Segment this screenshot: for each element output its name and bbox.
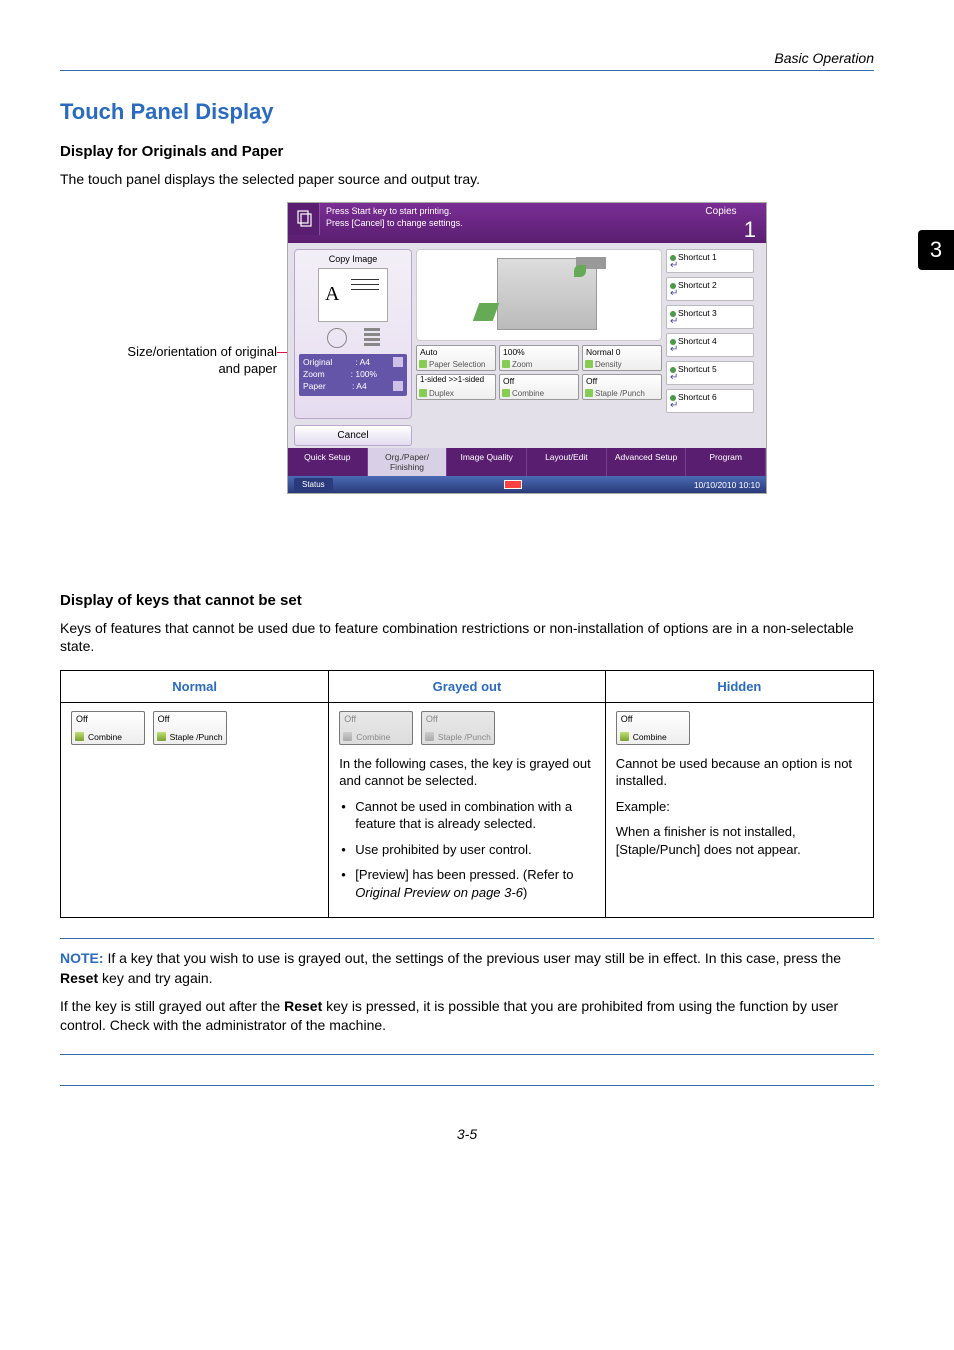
header-section: Basic Operation bbox=[60, 50, 874, 66]
th-grayed: Grayed out bbox=[329, 670, 605, 702]
panel-titlebar: Press Start key to start printing. Press… bbox=[288, 203, 766, 243]
example-key-combine: OffCombine bbox=[71, 711, 145, 745]
touch-panel: Press Start key to start printing. Press… bbox=[287, 202, 767, 494]
key-states-table: Normal Grayed out Hidden OffCombine OffS… bbox=[60, 670, 874, 919]
machine-illustration bbox=[416, 249, 662, 341]
shortcut-1[interactable]: Shortcut 1↵ bbox=[666, 249, 754, 273]
note-label: NOTE: bbox=[60, 950, 104, 966]
example-key-combine-hidden: OffCombine bbox=[616, 711, 690, 745]
note-reset-1: Reset bbox=[60, 970, 98, 986]
page-title: Touch Panel Display bbox=[60, 99, 874, 125]
grayed-bullet-3: [Preview] has been pressed. (Refer to Or… bbox=[339, 866, 594, 901]
subsection-1-body: The touch panel displays the selected pa… bbox=[60, 170, 874, 188]
info-original-value: : A4 bbox=[355, 357, 370, 369]
info-zoom-value: : 100% bbox=[351, 369, 377, 381]
grayed-bullet-2: Use prohibited by user control. bbox=[339, 841, 594, 859]
tab-image-quality[interactable]: Image Quality bbox=[447, 448, 527, 476]
tab-quick-setup[interactable]: Quick Setup bbox=[288, 448, 368, 476]
note-p2a: If the key is still grayed out after the bbox=[60, 998, 284, 1014]
subsection-1-title: Display for Originals and Paper bbox=[60, 143, 874, 160]
combine-button[interactable]: OffCombine bbox=[499, 374, 579, 400]
copy-icon bbox=[288, 203, 320, 235]
density-button[interactable]: Normal 0Density bbox=[582, 345, 662, 371]
copies-display: Copies 1 bbox=[676, 203, 766, 243]
datetime: 10/10/2010 10:10 bbox=[694, 480, 760, 490]
tab-org-paper-finishing[interactable]: Org./Paper/ Finishing bbox=[368, 448, 448, 476]
zoom-button[interactable]: 100%Zoom bbox=[499, 345, 579, 371]
staple-punch-button[interactable]: OffStaple /Punch bbox=[582, 374, 662, 400]
cancel-button[interactable]: Cancel bbox=[294, 425, 412, 446]
function-button-grid: AutoPaper Selection 100%Zoom Normal 0Den… bbox=[416, 345, 662, 400]
grayed-bullet-1: Cannot be used in combination with a fea… bbox=[339, 798, 594, 833]
page-number: 3-5 bbox=[60, 1126, 874, 1142]
example-key-combine-grayed: OffCombine bbox=[339, 711, 413, 745]
shortcut-4[interactable]: Shortcut 4↵ bbox=[666, 333, 754, 357]
printer-icon bbox=[497, 258, 597, 330]
shortcut-6[interactable]: Shortcut 6↵ bbox=[666, 389, 754, 413]
example-key-staple-punch: OffStaple /Punch bbox=[153, 711, 227, 745]
toner-indicator bbox=[504, 480, 522, 489]
note-p1a: If a key that you wish to use is grayed … bbox=[104, 950, 841, 966]
panel-main: Copy Image A Original : A4 Zoom : 100% bbox=[288, 243, 766, 448]
example-key-staple-punch-grayed: OffStaple /Punch bbox=[421, 711, 495, 745]
info-paper-label: Paper bbox=[303, 381, 326, 393]
duplex-button[interactable]: 1-sided >>1-sidedDuplex bbox=[416, 374, 496, 400]
preview-lines bbox=[351, 279, 379, 294]
panel-instructions: Press Start key to start printing. Press… bbox=[320, 203, 676, 243]
mid-column: Output tray AutoPaper Selection 100%Zoom… bbox=[416, 249, 662, 446]
hidden-text-1: Cannot be used because an option is not … bbox=[616, 755, 863, 790]
copies-value: 1 bbox=[676, 217, 766, 243]
note-p1c: key and try again. bbox=[98, 970, 212, 986]
th-normal: Normal bbox=[61, 670, 329, 702]
shortcut-3[interactable]: Shortcut 3↵ bbox=[666, 305, 754, 329]
info-original-label: Original bbox=[303, 357, 332, 369]
tabs-row: Quick Setup Org./Paper/ Finishing Image … bbox=[288, 448, 766, 476]
info-rows: Original : A4 Zoom : 100% Paper : A4 bbox=[299, 354, 407, 396]
preview-page: A bbox=[318, 268, 388, 322]
hidden-text-2: Example: bbox=[616, 798, 863, 816]
portrait-icon bbox=[393, 357, 403, 367]
copy-image-column: Copy Image A Original : A4 Zoom : 100% bbox=[294, 249, 412, 446]
header-rule bbox=[60, 70, 874, 71]
note-reset-2: Reset bbox=[284, 998, 322, 1014]
info-paper-value: : A4 bbox=[352, 381, 367, 393]
cell-normal: OffCombine OffStaple /Punch bbox=[61, 702, 329, 918]
copy-image-title: Copy Image bbox=[299, 254, 407, 264]
th-hidden: Hidden bbox=[605, 670, 873, 702]
panel-instruction-2: Press [Cancel] to change settings. bbox=[326, 218, 670, 230]
info-zoom-label: Zoom bbox=[303, 369, 325, 381]
status-bar: Status 10/10/2010 10:10 bbox=[288, 476, 766, 493]
preview-letter: A bbox=[325, 283, 339, 306]
tab-program[interactable]: Program bbox=[686, 448, 766, 476]
status-button[interactable]: Status bbox=[294, 478, 333, 491]
shortcuts-column: Shortcut 1↵ Shortcut 2↵ Shortcut 3↵ Shor… bbox=[666, 249, 754, 446]
paper-selection-button[interactable]: AutoPaper Selection bbox=[416, 345, 496, 371]
note-block: NOTE: If a key that you wish to use is g… bbox=[60, 938, 874, 1054]
cell-grayed: OffCombine OffStaple /Punch In the follo… bbox=[329, 702, 605, 918]
tab-advanced-setup[interactable]: Advanced Setup bbox=[607, 448, 687, 476]
callout-size-orientation: Size/orientation of original and paper bbox=[127, 344, 277, 378]
copy-image-box: Copy Image A Original : A4 Zoom : 100% bbox=[294, 249, 412, 419]
subsection-2-title: Display of keys that cannot be set bbox=[60, 592, 874, 609]
copies-label: Copies bbox=[676, 206, 766, 217]
tab-layout-edit[interactable]: Layout/Edit bbox=[527, 448, 607, 476]
shortcut-2[interactable]: Shortcut 2↵ bbox=[666, 277, 754, 301]
grayed-intro: In the following cases, the key is graye… bbox=[339, 755, 594, 790]
hidden-text-3: When a finisher is not installed, [Stapl… bbox=[616, 823, 863, 858]
cell-hidden: OffCombine Cannot be used because an opt… bbox=[605, 702, 873, 918]
subsection-2-body: Keys of features that cannot be used due… bbox=[60, 619, 874, 655]
touch-panel-figure: Size/orientation of original and paper O… bbox=[147, 202, 787, 552]
portrait-icon bbox=[393, 381, 403, 391]
shortcut-5[interactable]: Shortcut 5↵ bbox=[666, 361, 754, 385]
footer-rule bbox=[60, 1085, 874, 1086]
panel-instruction-1: Press Start key to start printing. bbox=[326, 206, 670, 218]
magnifier-icon bbox=[318, 328, 388, 348]
